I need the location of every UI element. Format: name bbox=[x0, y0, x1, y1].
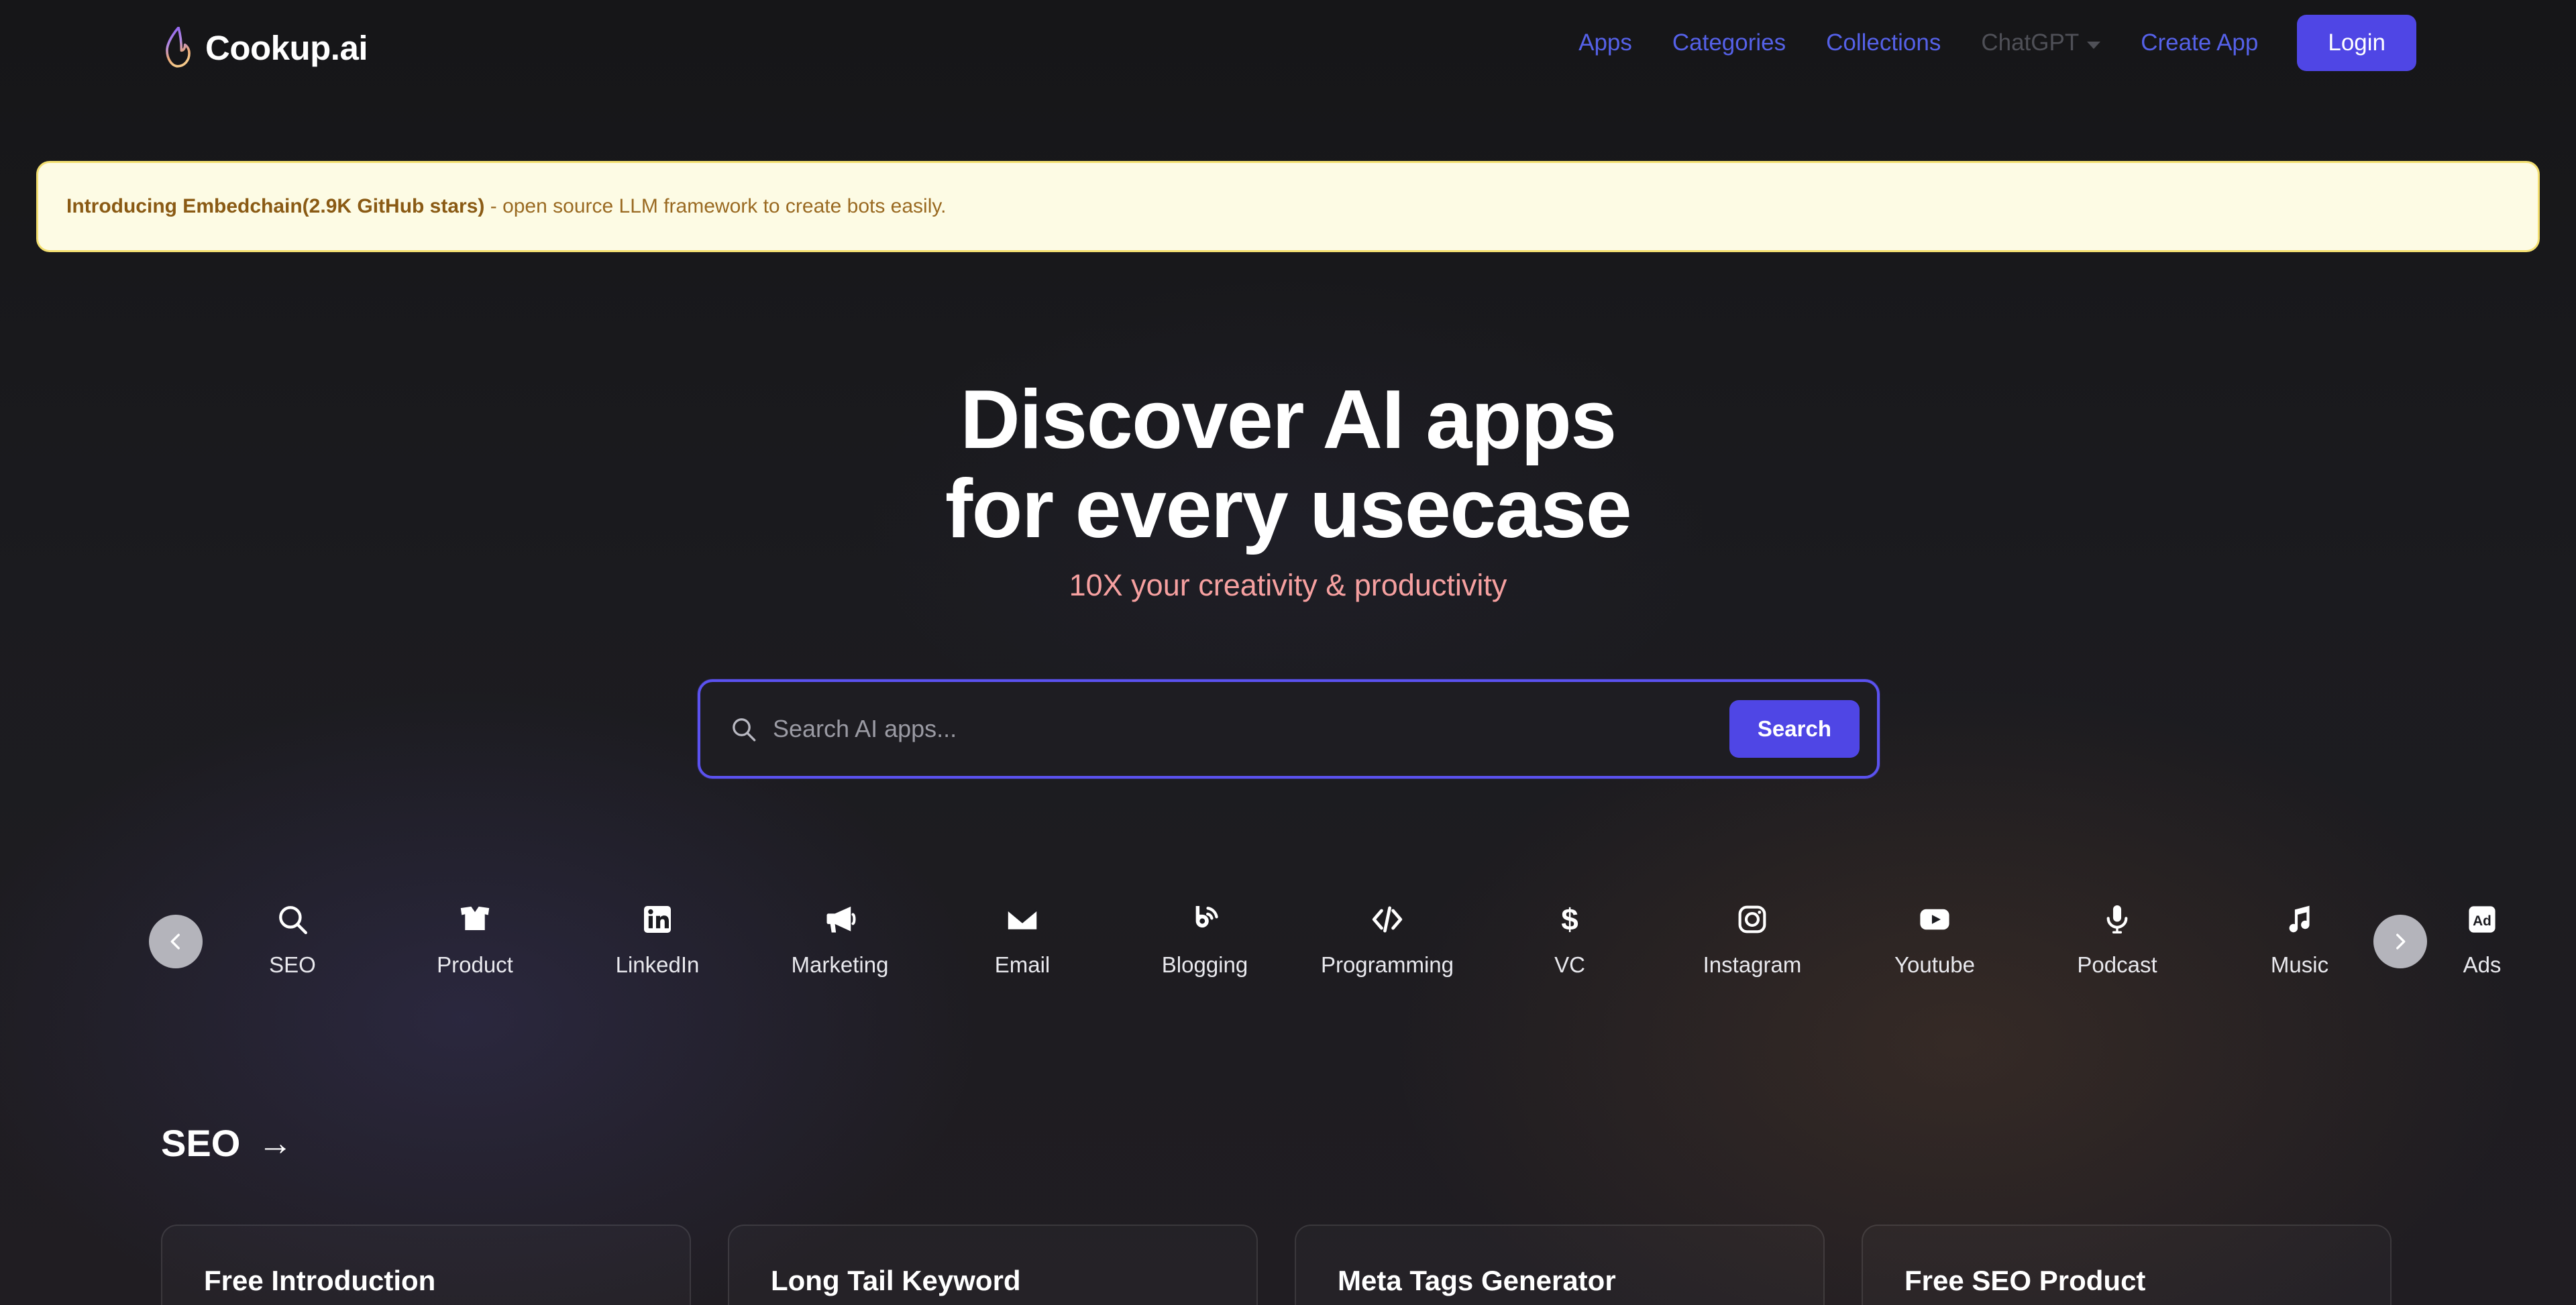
app-card[interactable]: Free Introduction bbox=[161, 1225, 691, 1305]
hero-subtitle: 10X your creativity & productivity bbox=[1069, 568, 1507, 603]
site-header: Cookup.ai Apps Categories Collections Ch… bbox=[0, 0, 2576, 113]
magnifier-icon bbox=[276, 897, 309, 942]
category-item-vc[interactable]: $ VC bbox=[1479, 885, 1661, 978]
announcement-banner[interactable]: Introducing Embedchain(2.9K GitHub stars… bbox=[36, 161, 2540, 252]
category-label: VC bbox=[1554, 952, 1585, 977]
login-button[interactable]: Login bbox=[2297, 15, 2416, 71]
envelope-icon bbox=[1005, 897, 1040, 942]
app-card-grid: Free Introduction Long Tail Keyword Meta… bbox=[161, 1225, 2415, 1305]
svg-text:Ad: Ad bbox=[2473, 913, 2491, 929]
banner-text: Introducing Embedchain(2.9K GitHub stars… bbox=[66, 195, 947, 218]
app-card-title: Long Tail Keyword bbox=[771, 1265, 1021, 1296]
search-input[interactable] bbox=[773, 715, 1729, 743]
brand-name: Cookup.ai bbox=[205, 28, 368, 67]
category-item-seo[interactable]: SEO bbox=[201, 885, 384, 978]
category-item-email[interactable]: Email bbox=[931, 885, 1114, 978]
nav-link-create-app[interactable]: Create App bbox=[2121, 30, 2278, 56]
search-button[interactable]: Search bbox=[1729, 700, 1860, 758]
nav-link-chatgpt[interactable]: ChatGPT bbox=[1961, 30, 2121, 56]
section-title: SEO bbox=[161, 1122, 241, 1164]
category-item-podcast[interactable]: Podcast bbox=[2026, 885, 2208, 978]
music-note-icon bbox=[2283, 897, 2316, 942]
blogger-icon bbox=[1188, 897, 1222, 942]
carousel-next-button[interactable] bbox=[2373, 915, 2427, 968]
section-header-seo[interactable]: SEO → bbox=[161, 1121, 292, 1165]
app-card[interactable]: Meta Tags Generator bbox=[1295, 1225, 1825, 1305]
carousel-track: SEO Product LinkedIn Marketing Email Blo… bbox=[201, 885, 2501, 1006]
category-label: Instagram bbox=[1703, 952, 1802, 977]
carousel-prev-button[interactable] bbox=[149, 915, 203, 968]
instagram-icon bbox=[1735, 897, 1769, 942]
arrow-right-icon: → bbox=[258, 1123, 293, 1163]
category-label: Marketing bbox=[791, 952, 889, 977]
category-item-youtube[interactable]: Youtube bbox=[1843, 885, 2026, 978]
banner-rest-text: - open source LLM framework to create bo… bbox=[484, 195, 947, 217]
brand-logo[interactable]: Cookup.ai bbox=[160, 26, 368, 68]
nav-link-chatgpt-label: ChatGPT bbox=[1981, 30, 2080, 56]
code-brackets-icon bbox=[1369, 897, 1405, 942]
main-nav: Apps Categories Collections ChatGPT Crea… bbox=[1558, 15, 2416, 71]
category-item-marketing[interactable]: Marketing bbox=[749, 885, 931, 978]
nav-link-collections[interactable]: Collections bbox=[1806, 30, 1961, 56]
category-item-programming[interactable]: Programming bbox=[1296, 885, 1479, 978]
search-icon bbox=[730, 716, 757, 742]
category-item-music[interactable]: Music bbox=[2208, 885, 2391, 978]
banner-strong-text: Introducing Embedchain(2.9K GitHub stars… bbox=[66, 195, 485, 217]
search-bar[interactable]: Search bbox=[698, 679, 1880, 779]
category-item-product[interactable]: Product bbox=[384, 885, 566, 978]
ad-badge-icon: Ad bbox=[2465, 897, 2499, 942]
category-label: Programming bbox=[1320, 952, 1454, 977]
app-card[interactable]: Free SEO Product bbox=[1862, 1225, 2392, 1305]
category-label: Product bbox=[437, 952, 513, 977]
nav-link-apps[interactable]: Apps bbox=[1558, 30, 1652, 56]
category-item-linkedin[interactable]: LinkedIn bbox=[566, 885, 749, 978]
microphone-icon bbox=[2100, 897, 2134, 942]
app-card-title: Free SEO Product bbox=[1904, 1265, 2146, 1296]
page-title: Discover AI apps for every usecase bbox=[945, 374, 1632, 555]
category-carousel: SEO Product LinkedIn Marketing Email Blo… bbox=[0, 885, 2576, 1006]
category-item-blogging[interactable]: Blogging bbox=[1114, 885, 1296, 978]
chevron-down-icon bbox=[2087, 41, 2101, 49]
linkedin-icon bbox=[641, 897, 674, 942]
app-card-title: Meta Tags Generator bbox=[1338, 1265, 1616, 1296]
app-card-title: Free Introduction bbox=[204, 1265, 436, 1296]
hero-section: Discover AI apps for every usecase 10X y… bbox=[0, 376, 2576, 603]
megaphone-icon bbox=[822, 897, 857, 942]
category-label: Email bbox=[994, 952, 1051, 977]
svg-text:$: $ bbox=[1561, 903, 1578, 936]
category-label: LinkedIn bbox=[615, 952, 700, 977]
box-icon bbox=[458, 897, 492, 942]
category-label: SEO bbox=[269, 952, 316, 977]
nav-link-categories[interactable]: Categories bbox=[1652, 30, 1806, 56]
category-item-instagram[interactable]: Instagram bbox=[1661, 885, 1843, 978]
youtube-icon bbox=[1917, 897, 1953, 942]
category-label: Blogging bbox=[1161, 952, 1248, 977]
page-root: Cookup.ai Apps Categories Collections Ch… bbox=[0, 0, 2576, 1305]
category-label: Music bbox=[2270, 952, 2329, 977]
app-card[interactable]: Long Tail Keyword bbox=[728, 1225, 1258, 1305]
category-label: Ads bbox=[2463, 952, 2502, 977]
category-label: Youtube bbox=[1894, 952, 1975, 977]
category-item-job-description[interactable]: Job D bbox=[2573, 885, 2576, 978]
dollar-icon: $ bbox=[1553, 897, 1587, 942]
category-label: Podcast bbox=[2077, 952, 2157, 977]
flame-icon bbox=[160, 26, 196, 68]
